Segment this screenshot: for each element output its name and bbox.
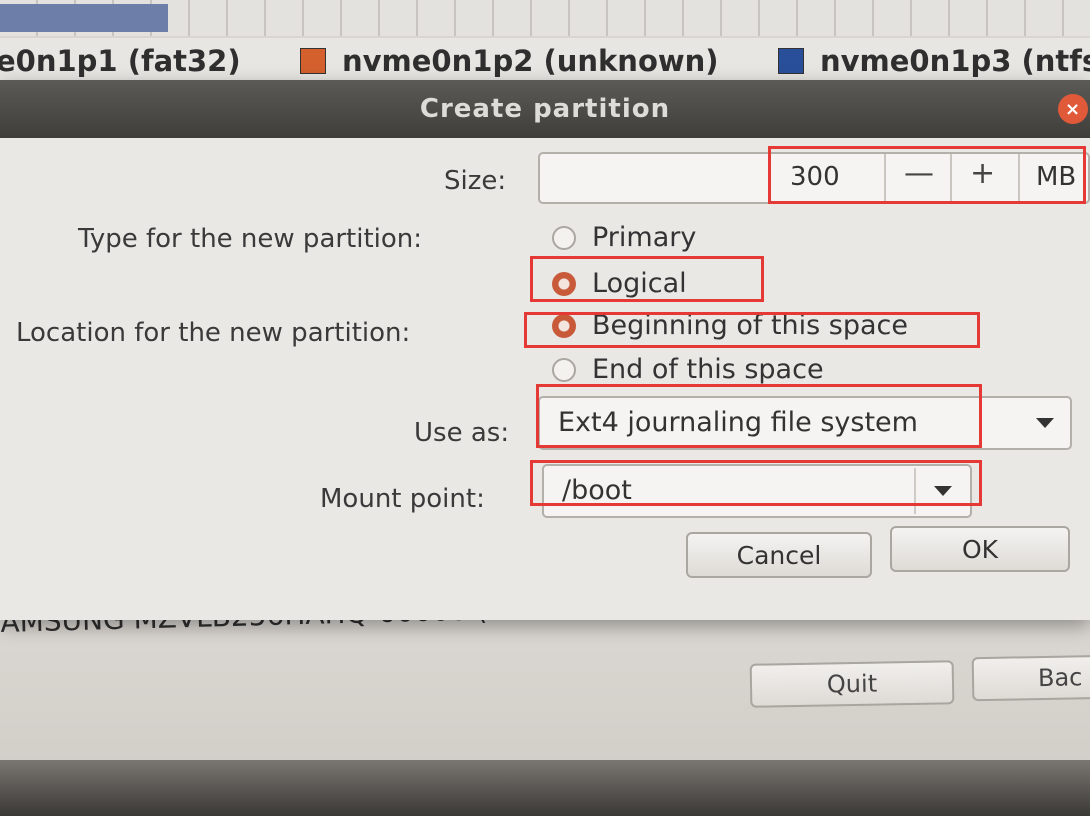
type-label: Type for the new partition: bbox=[78, 224, 423, 254]
legend-item-p3: nvme0n1p3 (ntfs bbox=[778, 44, 1090, 78]
back-button[interactable]: Bac bbox=[971, 654, 1090, 702]
legend-label: nvme0n1p3 (ntfs bbox=[820, 44, 1090, 78]
radio-unchecked-icon[interactable] bbox=[552, 225, 576, 250]
dialog-titlebar: Create partition × bbox=[0, 80, 1090, 138]
use-as-label: Use as: bbox=[414, 418, 510, 448]
location-label: Location for the new partition: bbox=[16, 318, 411, 348]
partition-legend: e0n1p1 (fat32) nvme0n1p2 (unknown) nvme0… bbox=[0, 38, 1090, 84]
radio-label: End of this space bbox=[592, 354, 824, 385]
partition-bar bbox=[0, 0, 1090, 36]
legend-item-p2: nvme0n1p2 (unknown) bbox=[300, 44, 719, 78]
highlight-beginning bbox=[524, 312, 980, 348]
legend-item-p1: e0n1p1 (fat32) bbox=[0, 44, 241, 78]
ok-button[interactable]: OK bbox=[890, 526, 1070, 572]
quit-button[interactable]: Quit bbox=[749, 660, 955, 708]
screen-bezel bbox=[0, 760, 1090, 816]
close-icon[interactable]: × bbox=[1058, 94, 1088, 124]
highlight-size bbox=[768, 146, 1086, 204]
size-label: Size: bbox=[444, 166, 507, 196]
radio-primary[interactable]: Primary bbox=[552, 222, 696, 253]
highlight-logical bbox=[530, 256, 764, 302]
radio-label: Primary bbox=[592, 222, 697, 253]
mount-point-label: Mount point: bbox=[320, 484, 485, 514]
partition-bar-used-segment bbox=[0, 4, 168, 32]
dialog-title: Create partition bbox=[419, 94, 671, 124]
highlight-use-as bbox=[536, 384, 982, 448]
legend-swatch bbox=[300, 48, 326, 74]
legend-label: nvme0n1p2 (unknown) bbox=[342, 44, 719, 78]
chevron-down-icon[interactable] bbox=[1036, 418, 1054, 428]
legend-swatch bbox=[778, 48, 804, 74]
radio-unchecked-icon[interactable] bbox=[552, 357, 576, 382]
highlight-mount-point bbox=[530, 460, 982, 506]
legend-label: e0n1p1 (fat32) bbox=[0, 44, 241, 78]
radio-end[interactable]: End of this space bbox=[552, 354, 824, 385]
cancel-button[interactable]: Cancel bbox=[686, 532, 872, 578]
